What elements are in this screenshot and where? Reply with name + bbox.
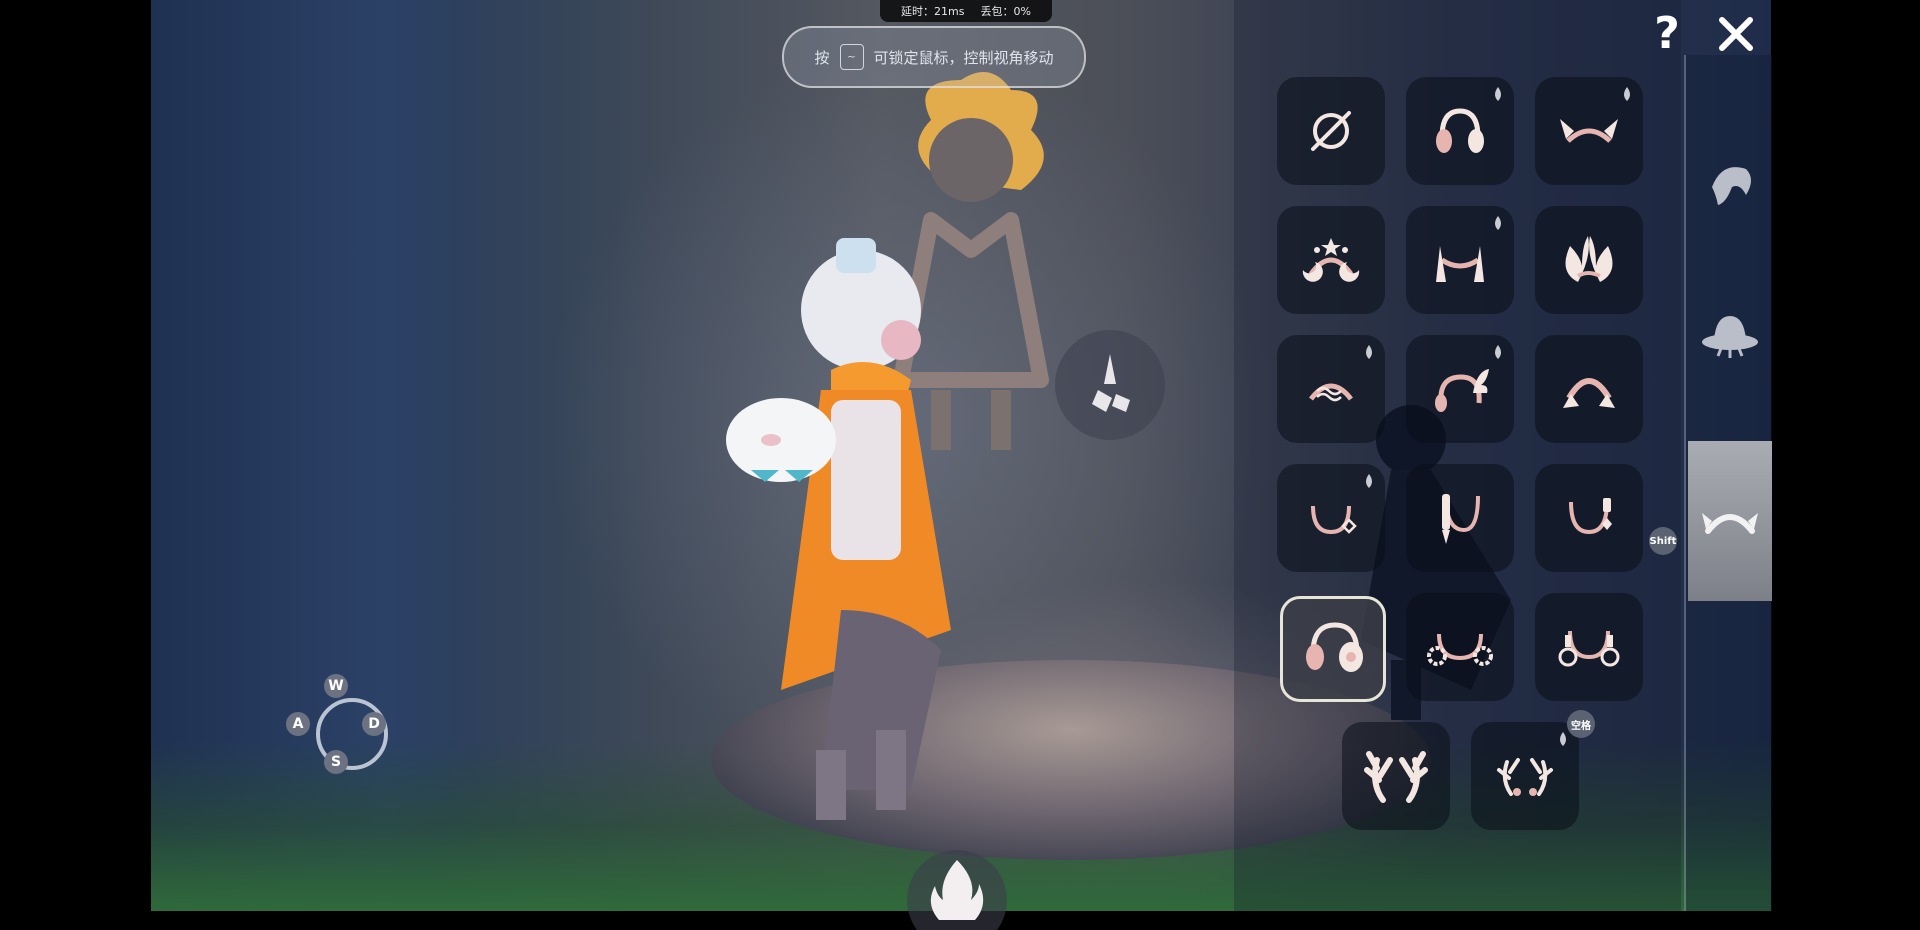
droplet-icon [1366,345,1372,359]
droplet-icon [1366,474,1372,488]
moon-stars-headband-icon [1302,238,1360,282]
a-key: A [286,712,310,736]
droplet-icon [1495,87,1501,101]
hint-text: 可锁定鼠标，控制视角移动 [873,48,1054,67]
tab-hair[interactable] [1688,105,1772,265]
tasseled-arc-icon [1563,378,1615,408]
item-none[interactable] [1277,77,1385,185]
item-wave-headband[interactable] [1277,335,1385,443]
droplet-icon [1495,216,1501,230]
tab-hat[interactable] [1688,255,1772,415]
hint-prefix: 按 [814,48,830,67]
packet-loss-label: 丢包：0% [980,5,1031,18]
item-winged-headband[interactable] [1406,335,1514,443]
tassel-headband-icon [1436,246,1484,282]
item-horned-headband[interactable] [1535,77,1643,185]
leaf-ears-icon [1565,236,1613,282]
droplet-icon [1560,732,1566,746]
item-drop-pendant-headband[interactable] [1535,464,1643,572]
item-tasseled-arc[interactable] [1535,335,1643,443]
small-antlers-icon [1497,758,1553,796]
droplet-icon [1495,345,1501,359]
droplet-icon [1624,87,1630,101]
headphones-icon [1306,622,1363,672]
item-orb-headband[interactable] [1535,593,1643,701]
drop-pendant-headband-icon [1569,498,1612,535]
sun-gear-headband-icon [1427,633,1493,666]
item-brush-headband[interactable] [1406,464,1514,572]
wardrobe-category-bar [1684,55,1772,911]
tilde-key: ~ [839,44,864,70]
s-key: S [324,750,348,774]
network-stats: 延时：21ms 丢包：0% [880,0,1052,22]
wave-headband-icon [1309,383,1353,402]
item-headphones[interactable] [1406,77,1514,185]
emote-icon [1092,354,1130,412]
hat-icon [1702,316,1758,358]
winged-headband-icon [1435,369,1489,412]
help-button[interactable]: ? [1645,8,1689,60]
w-key: W [324,674,348,698]
headphones-icon [1436,108,1484,153]
brush-headband-icon [1442,494,1480,544]
close-icon[interactable] [1714,12,1758,56]
item-moon-stars-headband[interactable] [1277,206,1385,314]
mouse-lock-hint: 按 ~ 可锁定鼠标，控制视角移动 [782,26,1086,88]
shift-key-badge: Shift [1649,527,1677,555]
emote-button[interactable] [1055,330,1165,440]
latency-label: 延时：21ms [901,5,965,18]
item-sun-gear-headband[interactable] [1406,593,1514,701]
none-icon [1311,111,1351,151]
item-antlers[interactable] [1342,722,1450,830]
tilde-key-label: ~ [847,51,856,63]
space-key-badge: 空格 [1567,710,1595,738]
item-tassel-headband[interactable] [1406,206,1514,314]
tab-headwear[interactable] [1688,441,1772,601]
orb-headband-icon [1558,630,1620,667]
item-leaf-ears[interactable] [1535,206,1643,314]
diamond-pendant-headband-icon [1311,505,1357,535]
item-headphones-selected[interactable] [1280,596,1386,702]
headwear-icon [1702,513,1758,534]
antlers-icon [1364,751,1428,803]
campfire-icon[interactable] [902,840,1012,930]
horned-headband-icon [1560,119,1618,143]
d-key: D [362,712,386,736]
item-small-antlers[interactable] [1471,722,1579,830]
item-diamond-pendant-headband[interactable] [1277,464,1385,572]
player-character [726,238,951,820]
movement-joystick[interactable]: W A D S [280,668,400,788]
hair-icon [1712,167,1751,205]
